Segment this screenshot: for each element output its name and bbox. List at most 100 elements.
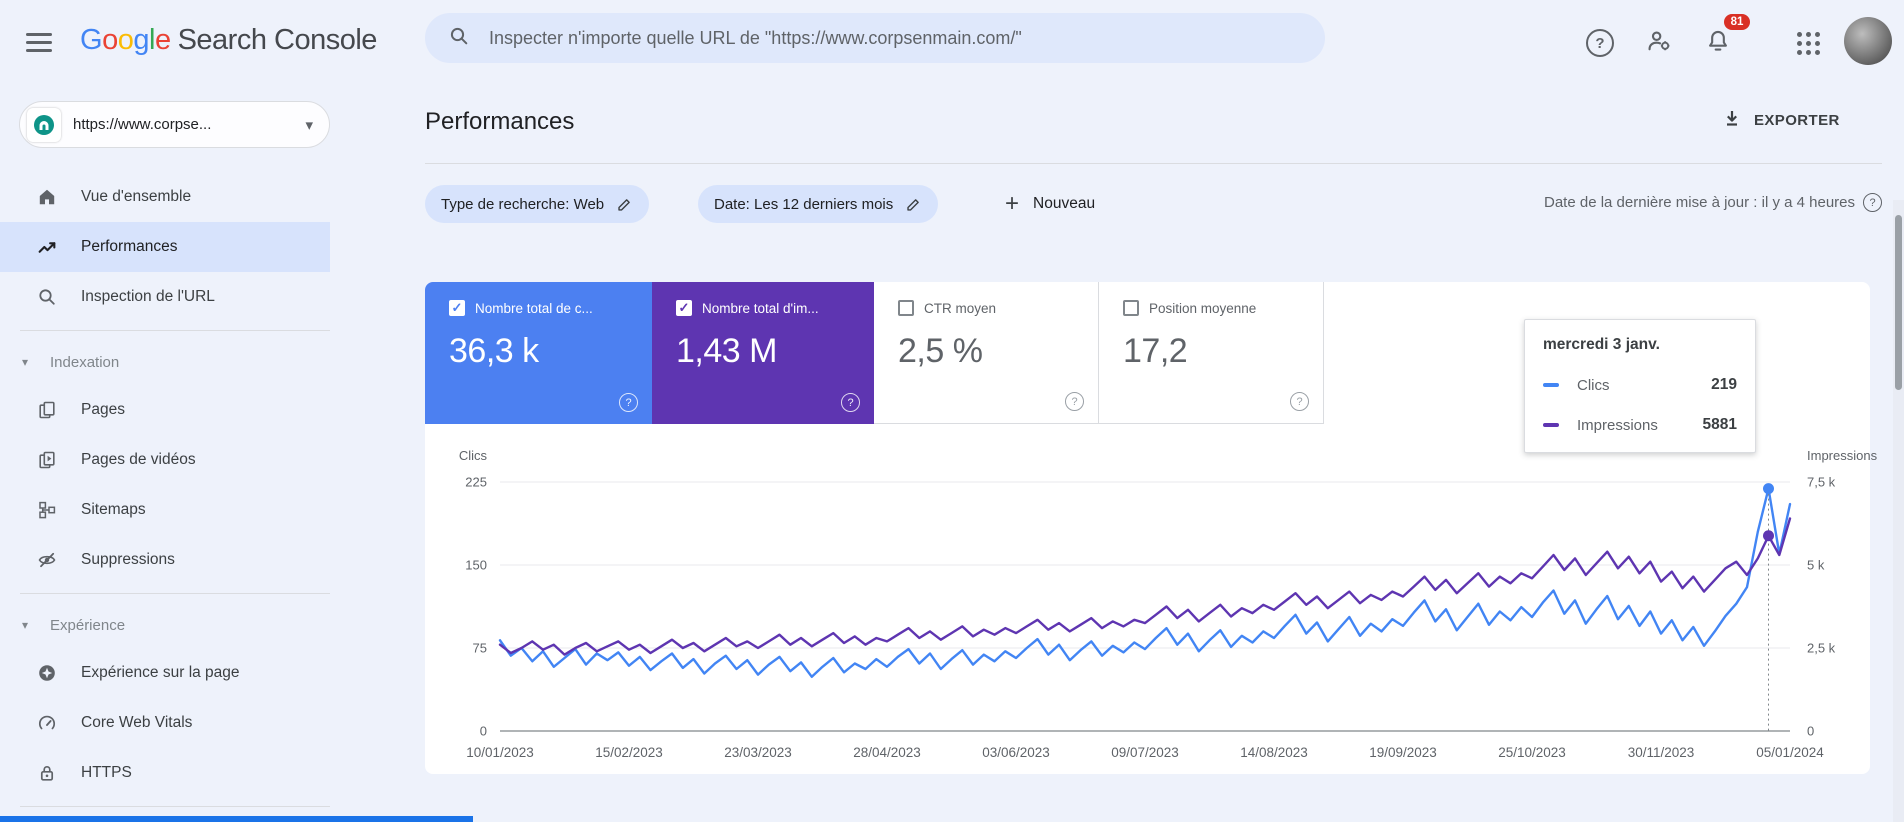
section-collapse-icon: ▾ xyxy=(22,618,29,632)
svg-text:03/06/2023: 03/06/2023 xyxy=(982,745,1050,760)
sidebar-item-suppressions[interactable]: Suppressions xyxy=(0,535,330,585)
impressions-series-swatch xyxy=(1543,423,1559,427)
svg-text:5 k: 5 k xyxy=(1807,558,1825,573)
performance-chart[interactable]: 225 150 75 0 7,5 k 5 k 2,5 k 0 Clics Impressions 1… xyxy=(425,437,1878,774)
tooltip-date: mercredi 3 janv. xyxy=(1543,336,1660,353)
sidebar-section-experience[interactable]: ▾ Expérience xyxy=(0,602,330,648)
bell-icon xyxy=(1704,27,1732,60)
checkbox-checked-icon[interactable]: ✓ xyxy=(676,300,692,316)
scrollbar-thumb[interactable] xyxy=(1895,215,1902,390)
metric-card-clicks[interactable]: ✓ Nombre total de c... 36,3 k ? xyxy=(425,282,652,424)
property-url-label: https://www.corpse... xyxy=(73,116,212,133)
svg-text:25/10/2023: 25/10/2023 xyxy=(1498,745,1566,760)
export-button[interactable]: EXPORTER xyxy=(1722,108,1840,133)
svg-text:10/01/2023: 10/01/2023 xyxy=(466,745,534,760)
sidebar-divider xyxy=(20,330,330,331)
performance-trend-icon xyxy=(36,236,58,258)
search-icon xyxy=(449,26,469,51)
filter-chip-date[interactable]: Date: Les 12 derniers mois xyxy=(698,185,939,223)
sidebar-divider xyxy=(20,593,330,594)
search-icon xyxy=(36,286,58,308)
app: GoogleSearch Console ? xyxy=(0,0,1904,822)
performance-panel: ✓ Nombre total de c... 36,3 k ? ✓ Nombre… xyxy=(425,282,1878,774)
sidebar-item-performances[interactable]: Performances xyxy=(0,222,330,272)
svg-text:225: 225 xyxy=(465,475,487,490)
help-icon[interactable]: ? xyxy=(1290,392,1309,411)
checkbox-checked-icon[interactable]: ✓ xyxy=(449,300,465,316)
header-divider xyxy=(425,163,1882,164)
search-input[interactable] xyxy=(487,26,1301,50)
logo-letter: g xyxy=(133,24,149,56)
metric-card-ctr[interactable]: CTR moyen 2,5 % ? xyxy=(874,282,1099,424)
google-apps-button[interactable] xyxy=(1793,28,1823,58)
svg-text:28/04/2023: 28/04/2023 xyxy=(853,745,921,760)
property-favicon xyxy=(27,107,61,142)
metric-value: 1,43 M xyxy=(676,332,777,370)
help-icon[interactable]: ? xyxy=(1065,392,1084,411)
property-selector[interactable]: https://www.corpse... ▾ xyxy=(19,101,330,148)
filter-chip-search-type[interactable]: Type de recherche: Web xyxy=(425,185,650,223)
help-icon[interactable]: ? xyxy=(1863,193,1882,212)
sidebar-section-indexation[interactable]: ▾ Indexation xyxy=(0,339,330,385)
svg-text:05/01/2024: 05/01/2024 xyxy=(1756,745,1824,760)
svg-text:150: 150 xyxy=(465,558,487,573)
svg-text:0: 0 xyxy=(1807,724,1814,739)
eye-off-icon xyxy=(36,549,58,571)
svg-text:15/02/2023: 15/02/2023 xyxy=(595,745,663,760)
help-button[interactable]: ? xyxy=(1585,28,1615,58)
sidebar-item-pages[interactable]: Pages xyxy=(0,385,330,435)
pages-icon xyxy=(36,399,58,421)
tooltip-row-clics: Clics 219 xyxy=(1543,376,1737,394)
help-icon: ? xyxy=(1586,29,1614,57)
logo-letter: o xyxy=(117,24,134,56)
url-inspection-searchbar[interactable] xyxy=(425,13,1325,63)
speedometer-icon xyxy=(36,712,58,734)
sidebar-item-vue-densemble[interactable]: Vue d'ensemble xyxy=(0,172,330,222)
svg-text:7,5 k: 7,5 k xyxy=(1807,475,1836,490)
svg-text:19/09/2023: 19/09/2023 xyxy=(1369,745,1437,760)
svg-text:75: 75 xyxy=(473,641,487,656)
metric-card-impressions[interactable]: ✓ Nombre total d'im... 1,43 M ? xyxy=(652,282,874,424)
tooltip-row-impressions: Impressions 5881 xyxy=(1543,416,1737,434)
sidebar-item-experience-page[interactable]: Expérience sur la page xyxy=(0,648,330,698)
video-pages-icon xyxy=(36,449,58,471)
avatar[interactable] xyxy=(1844,17,1892,65)
sidebar-item-sitemaps[interactable]: Sitemaps xyxy=(0,485,330,535)
google-search-console-logo: Google Search Console xyxy=(80,24,377,57)
plus-icon: + xyxy=(1005,190,1020,217)
chart-tooltip: mercredi 3 janv. Clics 219 Impressions 5… xyxy=(1524,319,1756,453)
home-icon xyxy=(36,186,58,208)
metric-card-position[interactable]: Position moyenne 17,2 ? xyxy=(1099,282,1324,424)
metric-value: 36,3 k xyxy=(449,332,539,370)
logo-letter: e xyxy=(154,24,171,56)
checkbox-unchecked-icon[interactable] xyxy=(898,300,914,316)
hamburger-menu-icon[interactable] xyxy=(26,33,52,53)
checkbox-unchecked-icon[interactable] xyxy=(1123,300,1139,316)
sidebar-item-core-web-vitals[interactable]: Core Web Vitals xyxy=(0,698,330,748)
logo-suffix: Search Console xyxy=(177,24,378,56)
user-gear-icon xyxy=(1646,28,1672,59)
notifications-button[interactable] xyxy=(1703,28,1733,58)
new-filter-button[interactable]: + Nouveau xyxy=(1005,185,1095,223)
svg-text:0: 0 xyxy=(480,724,487,739)
sidebar-nav: Vue d'ensemble Performances Inspection d… xyxy=(0,160,330,815)
sidebar-divider xyxy=(20,806,330,807)
svg-text:23/03/2023: 23/03/2023 xyxy=(724,745,792,760)
chevron-down-icon: ▾ xyxy=(305,116,313,134)
bottom-blue-bar xyxy=(0,816,473,822)
sidebar-item-inspection-url[interactable]: Inspection de l'URL xyxy=(0,272,330,322)
sidebar-item-https[interactable]: HTTPS xyxy=(0,748,330,798)
svg-text:Clics: Clics xyxy=(459,448,488,463)
svg-text:2,5 k: 2,5 k xyxy=(1807,641,1836,656)
lock-icon xyxy=(36,762,58,784)
svg-text:Impressions: Impressions xyxy=(1807,448,1878,463)
user-settings-button[interactable] xyxy=(1644,28,1674,58)
svg-text:14/08/2023: 14/08/2023 xyxy=(1240,745,1308,760)
sidebar-item-pages-videos[interactable]: Pages de vidéos xyxy=(0,435,330,485)
help-icon[interactable]: ? xyxy=(841,393,860,412)
logo-letter: o xyxy=(102,24,118,56)
page-experience-icon xyxy=(36,662,58,684)
metric-value: 2,5 % xyxy=(898,332,983,370)
help-icon[interactable]: ? xyxy=(619,393,638,412)
edit-pencil-icon xyxy=(618,198,630,211)
